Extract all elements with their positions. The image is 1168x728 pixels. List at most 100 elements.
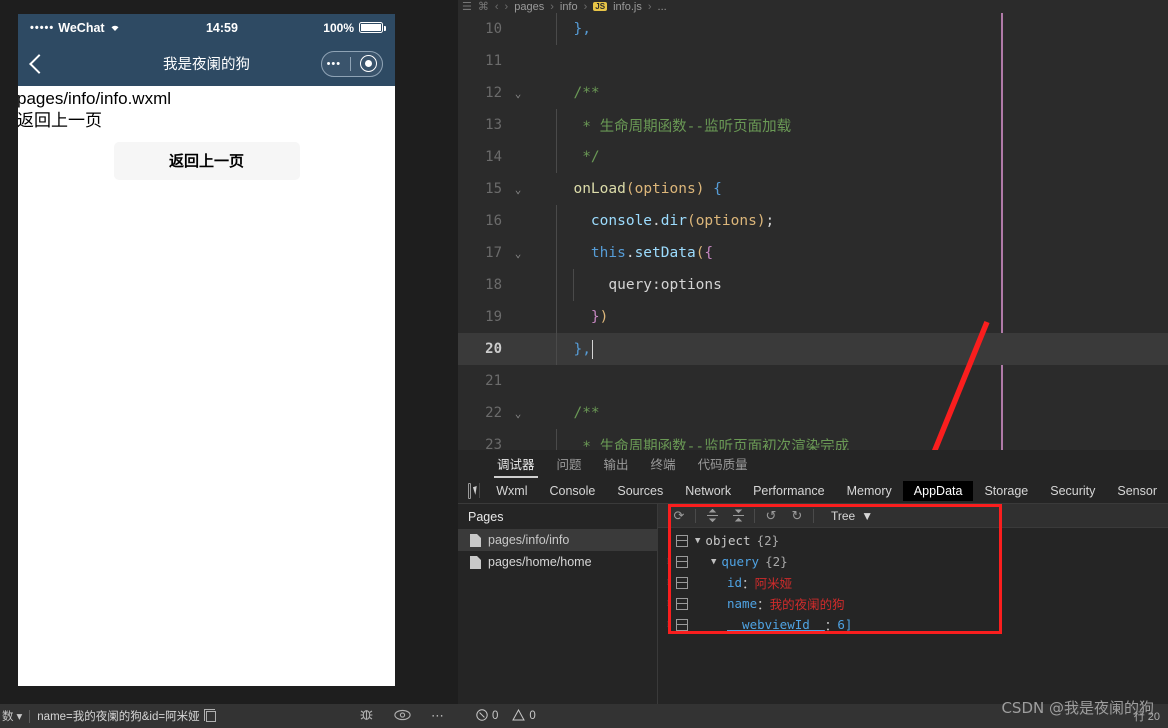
node-toggle-icon[interactable] [676,534,688,547]
refresh-icon[interactable]: ⟳ [666,504,692,528]
devtools-top-tab-终端[interactable]: 终端 [640,454,687,478]
redo-icon[interactable]: ↻ [784,504,810,528]
code-line[interactable]: 10 }, [458,13,1168,45]
chevron-down-icon[interactable]: ⌄ [510,87,526,100]
code-text: onLoad(options) { [573,181,722,197]
devtools-top-tab-调试器[interactable]: 调试器 [486,454,546,478]
pages-list[interactable]: pages/info/info pages/home/home [458,529,657,573]
code-line[interactable]: 16 console.dir(options); [458,205,1168,237]
appdata-tree[interactable]: ▼ object {2} ⁞ ▼ query {2} ⁞ id：阿米娅 ⁞ name：我的夜阑的狗 ⁞… [658,528,1168,635]
simulator-status-icons: ⋯ [359,707,458,725]
indent-guide [556,205,557,237]
breadcrumb-part-file[interactable]: info.js [613,1,642,13]
expand-all-icon[interactable] [699,504,725,528]
tree-node[interactable]: ▼ object {2} [658,530,1168,551]
page-path-text: pages/info/info.wxml [18,89,172,108]
target-circle-icon[interactable] [360,55,378,72]
params-dropdown[interactable]: 数 ▾ [2,708,22,724]
error-count-indicator[interactable]: 0 [476,708,498,724]
more-dots-icon[interactable]: ••• [327,58,342,70]
tree-node[interactable]: ⁞ name：我的夜阑的狗 [658,593,1168,614]
code-line[interactable]: 11 [458,45,1168,77]
devtools-top-tab-问题[interactable]: 问题 [546,454,593,478]
caret-down-icon[interactable]: ▼ [711,557,716,567]
node-toggle-icon[interactable] [676,555,688,568]
breadcrumb-part-pages[interactable]: pages [514,1,544,13]
bug-icon[interactable] [359,707,374,725]
code-line[interactable]: 18 query:options [458,269,1168,301]
query-string-value: name=我的夜阑的狗&id=阿米娅 [37,711,200,723]
copy-icon[interactable] [203,708,216,722]
devtools-tab-memory[interactable]: Memory [836,481,903,501]
code-line[interactable]: 14 */ [458,141,1168,173]
node-toggle-icon[interactable] [676,597,688,610]
code-line[interactable]: 19 }) [458,301,1168,333]
devtools-tab-sensor[interactable]: Sensor [1106,481,1168,501]
code-line[interactable]: 17 ⌄ this.setData({ [458,237,1168,269]
breadcrumb-part-more[interactable]: ... [658,1,667,13]
drag-handle-icon[interactable]: ⁞ [664,557,672,565]
code-text: /** [556,85,600,101]
devtools-top-tab-代码质量[interactable]: 代码质量 [687,454,759,478]
devtools-tab-storage[interactable]: Storage [973,481,1039,501]
undo-icon[interactable]: ↺ [758,504,784,528]
tree-node[interactable]: ⁞ id：阿米娅 [658,572,1168,593]
carrier-label: WeChat [58,20,105,35]
chevron-down-icon[interactable]: ⌄ [510,183,526,196]
chevron-left-icon[interactable]: ‹ [495,1,499,13]
eye-icon[interactable] [394,709,411,724]
wifi-icon [109,21,121,35]
devtools-tab-sources[interactable]: Sources [606,481,674,501]
devtools-top-tab-输出[interactable]: 输出 [593,454,640,478]
battery-icon [359,22,386,33]
more-horizontal-icon[interactable]: ⋯ [431,708,444,724]
code-line[interactable]: 23 * 生命周期函数--监听页面初次渲染完成 [458,429,1168,450]
breadcrumb-separator: › [583,0,588,13]
devtools-tab-network[interactable]: Network [674,481,742,501]
chevron-down-icon[interactable]: ⌄ [510,407,526,420]
drag-handle-icon[interactable]: ⁞ [664,599,672,607]
view-mode-dropdown[interactable]: Tree ▼ [831,509,873,523]
chevron-right-icon[interactable]: › [505,1,509,13]
chevron-down-icon[interactable]: ⌄ [510,247,526,260]
code-line[interactable]: 20 }, [458,333,1168,365]
devtools-top-tabs[interactable]: 调试器 问题 输出 终端 代码质量 [458,450,1168,478]
warning-count-indicator[interactable]: 0 [512,708,536,724]
menu-icon[interactable]: ☰ [462,0,472,13]
code-lines-container[interactable]: 10 }, 11 12 ⌄ /** 13 * 生命周期函数--监听页面加载 14 */15… [458,13,1168,450]
devtools-tab-wxml[interactable]: Wxml [485,481,538,501]
caret-down-icon[interactable]: ▼ [695,536,700,546]
bookmark-icon[interactable]: ⌘ [478,0,489,13]
breadcrumb-part-info[interactable]: info [560,1,578,13]
list-item[interactable]: pages/info/info [458,529,657,551]
line-number: 12 [485,85,502,101]
go-back-button[interactable]: 返回上一页 [113,141,300,180]
node-toggle-icon[interactable] [676,618,688,631]
devtools-tab-appdata[interactable]: AppData [902,480,974,501]
devtools-tab-performance[interactable]: Performance [742,481,836,501]
code-line[interactable]: 15 ⌄ onLoad(options) { [458,173,1168,205]
tree-node[interactable]: ⁞ __webviewId__： 6] [658,614,1168,635]
code-line[interactable]: 12 ⌄ /** [458,77,1168,109]
drag-handle-icon[interactable]: ⁞ [664,578,672,586]
inspect-element-icon[interactable] [468,482,483,499]
indent-guide [556,109,557,141]
phone-nav-bar: 我是夜阑的狗 ••• [18,41,395,86]
devtools-tab-console[interactable]: Console [539,481,607,501]
drag-handle-icon[interactable]: ⁞ [664,620,672,628]
capsule-button-group[interactable]: ••• [321,50,383,77]
devtools-tab-security[interactable]: Security [1039,481,1106,501]
line-number: 17 [485,245,502,261]
chevron-down-icon: ▼ [861,508,874,523]
tree-node[interactable]: ⁞ ▼ query {2} [658,551,1168,572]
file-icon [470,555,481,569]
devtools-main-tabs[interactable]: Wxml Console Sources Network Performance Memo… [458,478,1168,504]
appdata-toolbar[interactable]: ⟳ ↺ ↻ Tree ▼ [658,504,1168,528]
breadcrumb[interactable]: ☰ ⌘ ‹ › pages › info › JS info.js › ... [458,0,1168,13]
list-item[interactable]: pages/home/home [458,551,657,573]
collapse-all-icon[interactable] [725,504,751,528]
code-line[interactable]: 13 * 生命周期函数--监听页面加载 [458,109,1168,141]
code-line[interactable]: 22 ⌄ /** [458,397,1168,429]
node-toggle-icon[interactable] [676,576,688,589]
code-line[interactable]: 21 [458,365,1168,397]
